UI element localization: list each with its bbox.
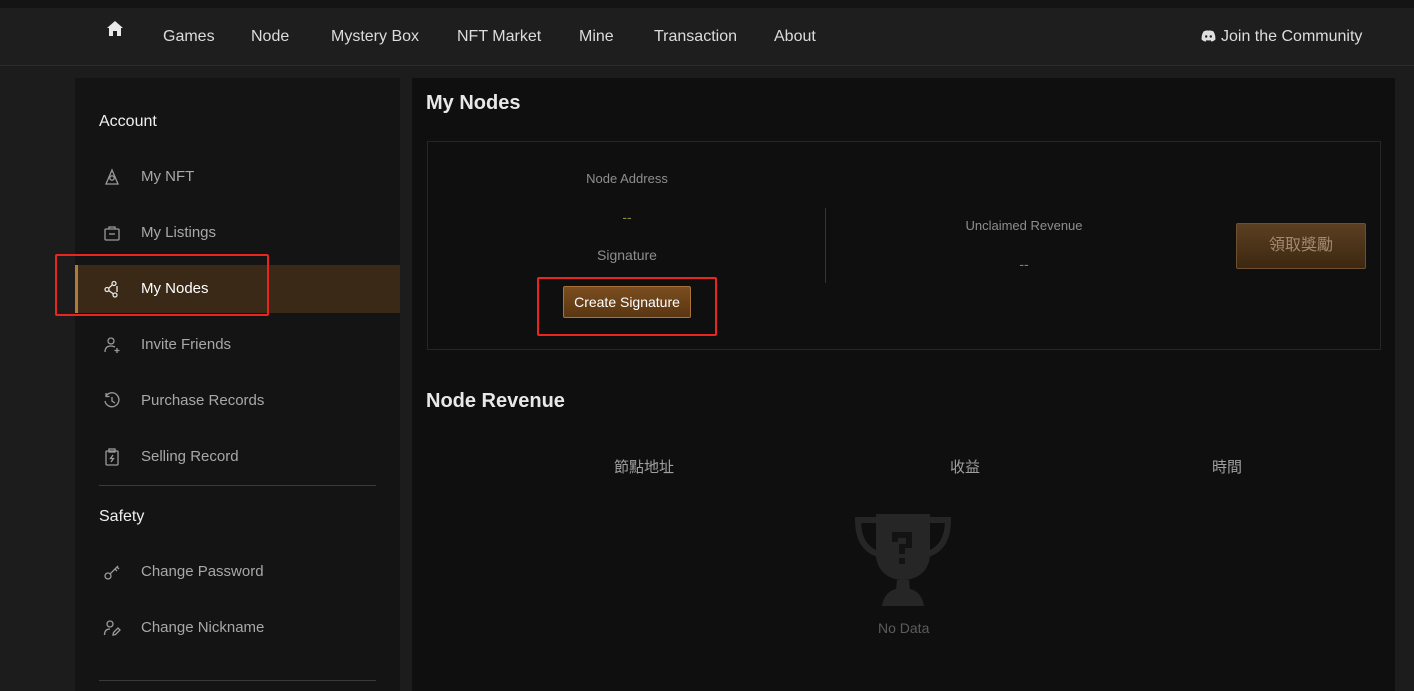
main-panel: My Nodes Node Address -- Signature Creat… bbox=[412, 78, 1395, 691]
trophy-empty-icon bbox=[854, 514, 952, 606]
nav-nft-market[interactable]: NFT Market bbox=[457, 24, 541, 50]
sidebar-item-label: My NFT bbox=[141, 168, 195, 185]
vertical-divider bbox=[825, 208, 826, 283]
unclaimed-revenue-value: -- bbox=[1019, 256, 1029, 272]
home-icon[interactable] bbox=[106, 20, 124, 38]
sidebar-item-label: Change Nickname bbox=[141, 619, 265, 636]
top-navigation-bar: Games Node Mystery Box NFT Market Mine T… bbox=[0, 0, 1414, 66]
sidebar-item-label: My Nodes bbox=[141, 280, 209, 297]
sidebar-item-invite-friends[interactable]: Invite Friends bbox=[75, 321, 400, 369]
history-icon bbox=[104, 392, 120, 408]
user-edit-icon bbox=[103, 620, 121, 636]
invite-icon bbox=[104, 337, 120, 353]
nav-transaction[interactable]: Transaction bbox=[654, 24, 737, 50]
nft-icon bbox=[105, 168, 119, 185]
node-info-card: Node Address -- Signature Create Signatu… bbox=[427, 141, 1381, 350]
sidebar-item-my-nodes[interactable]: My Nodes bbox=[75, 265, 400, 313]
safety-heading: Safety bbox=[99, 508, 145, 525]
signature-label: Signature bbox=[597, 247, 657, 263]
sidebar-item-label: My Listings bbox=[141, 224, 217, 241]
listings-icon bbox=[104, 226, 120, 241]
sidebar-item-label: Selling Record bbox=[141, 448, 239, 465]
node-address-value: -- bbox=[622, 209, 632, 225]
column-header-node-address: 節點地址 bbox=[614, 459, 675, 476]
node-revenue-title: Node Revenue bbox=[426, 390, 565, 412]
create-signature-button[interactable]: Create Signature bbox=[563, 286, 691, 318]
sidebar-item-selling-record[interactable]: Selling Record bbox=[75, 433, 400, 481]
join-community-label: Join the Community bbox=[1221, 28, 1363, 45]
sidebar-item-label: Change Password bbox=[141, 563, 264, 580]
nav-mystery-box[interactable]: Mystery Box bbox=[331, 24, 419, 50]
sidebar: Account My NFT My Listings My Nodes Invi… bbox=[75, 78, 400, 691]
node-address-label: Node Address bbox=[586, 171, 668, 186]
sidebar-item-my-nft[interactable]: My NFT bbox=[75, 153, 400, 201]
sidebar-divider bbox=[99, 680, 376, 681]
nodes-icon bbox=[104, 280, 118, 298]
key-icon bbox=[104, 565, 120, 580]
clipboard-icon bbox=[105, 448, 119, 466]
nav-node[interactable]: Node bbox=[251, 24, 289, 50]
sidebar-item-my-listings[interactable]: My Listings bbox=[75, 209, 400, 257]
account-heading: Account bbox=[99, 113, 157, 130]
sidebar-item-change-nickname[interactable]: Change Nickname bbox=[75, 604, 400, 652]
page-title: My Nodes bbox=[426, 92, 521, 114]
sidebar-item-label: Purchase Records bbox=[141, 392, 265, 409]
column-header-revenue: 收益 bbox=[950, 459, 981, 476]
unclaimed-revenue-label: Unclaimed Revenue bbox=[965, 218, 1083, 233]
sidebar-item-change-password[interactable]: Change Password bbox=[75, 548, 400, 596]
sidebar-item-purchase-records[interactable]: Purchase Records bbox=[75, 377, 400, 425]
discord-icon bbox=[1201, 30, 1216, 42]
sidebar-divider bbox=[99, 485, 376, 486]
nav-mine[interactable]: Mine bbox=[579, 24, 614, 50]
empty-state-text: No Data bbox=[878, 620, 930, 636]
sidebar-item-label: Invite Friends bbox=[141, 336, 232, 353]
nav-about[interactable]: About bbox=[774, 24, 816, 50]
claim-rewards-button[interactable]: 領取獎勵 bbox=[1236, 223, 1366, 269]
column-header-time: 時間 bbox=[1212, 459, 1243, 476]
nav-games[interactable]: Games bbox=[163, 24, 215, 50]
